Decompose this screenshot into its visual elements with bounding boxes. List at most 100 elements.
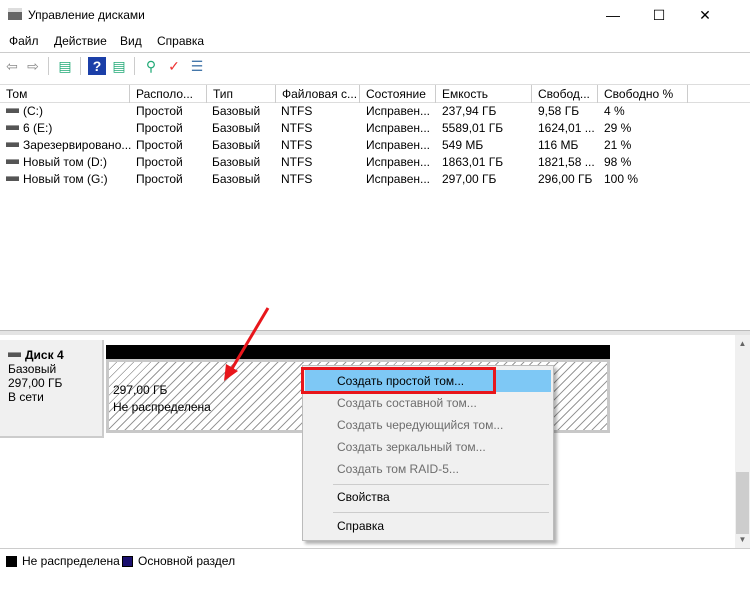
menu-help[interactable]: Справка (157, 34, 204, 48)
table-row[interactable]: 6 (E:) Простой Базовый NTFS Исправен... 5589,… (0, 120, 750, 137)
column-header-filesystem[interactable]: Файловая с... (276, 85, 360, 103)
cell-free: 116 МБ (538, 137, 578, 154)
cell-free-percent: 29 % (604, 120, 631, 137)
properties-icon[interactable]: ☰ (188, 57, 206, 75)
cell-text: Новый том (D:) (23, 155, 107, 169)
column-header-capacity[interactable]: Емкость (436, 85, 532, 103)
column-header-layout[interactable]: Располо... (130, 85, 207, 103)
cell-text: 98 % (604, 155, 632, 169)
cell-capacity: 297,00 ГБ (442, 171, 496, 188)
cell-text: 6 (E:) (23, 121, 53, 135)
column-header-volume[interactable]: Том (0, 85, 130, 103)
cell-text: 297,00 ГБ (442, 172, 497, 186)
back-icon[interactable]: ⇦ (3, 57, 21, 75)
cell-capacity: 237,94 ГБ (442, 103, 496, 120)
partition-size: 297,00 ГБ (113, 383, 168, 397)
volume-drive-icon (6, 125, 19, 131)
legend-unallocated: Не распределена (22, 554, 120, 568)
cell-free-percent: 4 % (604, 103, 625, 120)
legend: Не распределена Основной раздел (0, 548, 750, 572)
cell-text: 9,58 ГБ (538, 104, 580, 118)
cell-text: Простой (136, 138, 183, 152)
cell-text: 100 % (604, 172, 639, 186)
table-row[interactable]: Новый том (G:) Простой Базовый NTFS Исправен… (0, 171, 750, 188)
minimize-button[interactable]: — (590, 0, 636, 30)
cell-text: NTFS (281, 121, 313, 135)
menu-file[interactable]: Файл (9, 34, 39, 48)
column-header-status[interactable]: Состояние (360, 85, 436, 103)
cell-text: Базовый (212, 138, 261, 152)
cell-volume: Зарезервировано... (6, 137, 131, 154)
column-header-free-percent[interactable]: Свободно % (598, 85, 688, 103)
close-button[interactable]: ✕ (682, 0, 728, 30)
cell-layout: Простой (136, 137, 183, 154)
scrollbar-thumb[interactable] (736, 472, 749, 534)
cell-text: 549 МБ (442, 138, 484, 152)
cell-free: 9,58 ГБ (538, 103, 579, 120)
cell-text: NTFS (281, 155, 313, 169)
menu-item-help[interactable]: Справка (305, 515, 551, 537)
cell-text: 237,94 ГБ (442, 104, 497, 118)
menu-separator (333, 484, 549, 485)
table-row[interactable]: (C:) Простой Базовый NTFS Исправен... 237,94 … (0, 103, 750, 120)
cell-text: Исправен... (366, 155, 431, 169)
cell-free-percent: 100 % (604, 171, 638, 188)
highlight-annotation-box (301, 367, 496, 394)
cell-type: Базовый (212, 171, 260, 188)
scroll-down-icon[interactable]: ▼ (735, 535, 750, 544)
volume-drive-icon (6, 159, 19, 165)
menu-item-create-spanned-volume[interactable]: Создать составной том... (305, 392, 551, 414)
maximize-button[interactable]: ☐ (636, 0, 682, 30)
cell-text: NTFS (281, 138, 313, 152)
table-row[interactable]: Новый том (D:) Простой Базовый NTFS Исправен… (0, 154, 750, 171)
menu-item-create-mirrored-volume[interactable]: Создать зеркальный том... (305, 436, 551, 458)
cell-capacity: 549 МБ (442, 137, 483, 154)
cell-text: Исправен... (366, 121, 431, 135)
cell-filesystem: NTFS (281, 154, 312, 171)
cell-type: Базовый (212, 137, 260, 154)
legend-swatch-primary (122, 556, 133, 567)
cell-free: 1821,58 ... (538, 154, 595, 171)
cell-volume: 6 (E:) (6, 120, 52, 137)
menu-separator (333, 512, 549, 513)
cell-free: 296,00 ГБ (538, 171, 592, 188)
toolbar: ⇦ ⇨ ▤ ? ▤ ⚲ ✓ ☰ (0, 52, 750, 79)
cell-text: Новый том (G:) (23, 172, 108, 186)
disk-type: Базовый (8, 362, 57, 376)
connect-icon[interactable]: ⚲ (142, 57, 160, 75)
action-pane-icon[interactable]: ▤ (110, 57, 128, 75)
cell-filesystem: NTFS (281, 137, 312, 154)
help-icon[interactable]: ? (88, 57, 106, 75)
menu-item-create-striped-volume[interactable]: Создать чередующийся том... (305, 414, 551, 436)
check-icon[interactable]: ✓ (165, 57, 183, 75)
cell-free-percent: 21 % (604, 137, 631, 154)
cell-text: Базовый (212, 172, 261, 186)
table-row[interactable]: Зарезервировано... Простой Базовый NTFS Испр… (0, 137, 750, 154)
menu-item-create-raid5-volume[interactable]: Создать том RAID-5... (305, 458, 551, 480)
cell-layout: Простой (136, 103, 183, 120)
disk-name: Диск 4 (25, 348, 64, 362)
cell-text: 296,00 ГБ (538, 172, 593, 186)
legend-primary: Основной раздел (138, 554, 236, 568)
forward-icon[interactable]: ⇨ (24, 57, 42, 75)
scroll-up-icon[interactable]: ▲ (735, 339, 750, 348)
column-header-free[interactable]: Свобод... (532, 85, 598, 103)
cell-status: Исправен... (366, 137, 430, 154)
console-tree-icon[interactable]: ▤ (56, 57, 74, 75)
cell-text: Простой (136, 172, 183, 186)
menu-action[interactable]: Действие (54, 34, 107, 48)
cell-text: Зарезервировано... (23, 138, 132, 152)
window-title: Управление дисками (28, 8, 145, 22)
disk-4-label[interactable]: Диск 4 Базовый 297,00 ГБ В сети (0, 340, 104, 438)
cell-text: 5589,01 ГБ (442, 121, 504, 135)
column-header-type[interactable]: Тип (207, 85, 276, 103)
cell-status: Исправен... (366, 103, 430, 120)
cell-layout: Простой (136, 171, 183, 188)
cell-text: Простой (136, 121, 183, 135)
cell-text: Простой (136, 155, 183, 169)
menu-view[interactable]: Вид (120, 34, 142, 48)
menu-item-properties[interactable]: Свойства (305, 486, 551, 508)
cell-text: (C:) (23, 104, 43, 118)
cell-volume: Новый том (D:) (6, 154, 107, 171)
disk-status: В сети (8, 390, 44, 404)
